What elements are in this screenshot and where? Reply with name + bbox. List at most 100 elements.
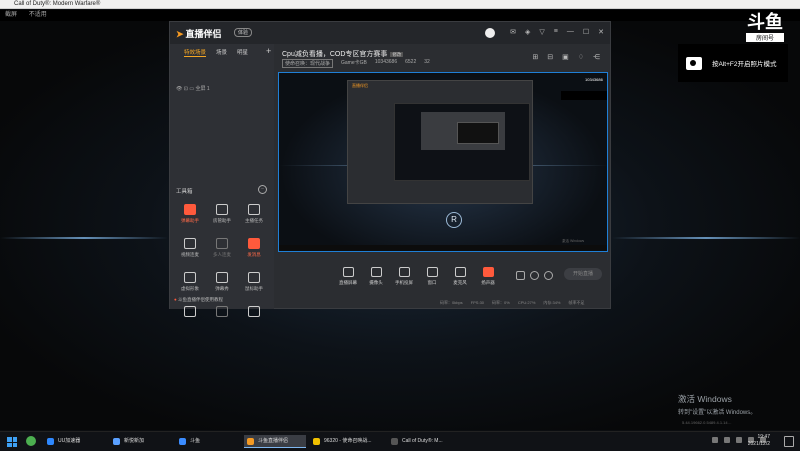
screenshot-tip-text: 按Alt+F2开启照片模式 bbox=[712, 61, 777, 68]
close-icon[interactable]: ✕ bbox=[598, 28, 604, 38]
tool-virtual-avatar[interactable]: 虚拟形象 bbox=[174, 272, 206, 292]
scene-item-label: 全屏 1 bbox=[195, 86, 210, 92]
preview-room-number: 10343686 bbox=[585, 77, 603, 82]
mail-icon[interactable]: ✉ bbox=[510, 28, 516, 38]
dropdown-icon[interactable]: ▽ bbox=[539, 28, 544, 38]
bottom-toolbar: 直播屏幕 摄像头 手机投屏 窗口 麦克风 扬声器 开始直播 bbox=[274, 259, 610, 295]
microphone-button[interactable]: 麦克风 bbox=[446, 267, 474, 286]
lock-icon[interactable]: ⊟ bbox=[547, 53, 553, 61]
bag-icon bbox=[248, 204, 260, 215]
more-icon[interactable]: ··· bbox=[258, 185, 267, 194]
taskbar-item[interactable]: 斗鱼 bbox=[176, 435, 238, 448]
taskbar-item[interactable]: 新悦新加 bbox=[110, 435, 172, 448]
camera-icon bbox=[686, 56, 702, 70]
settings-icon[interactable] bbox=[544, 271, 553, 280]
app-logo-text: 直播伴侣 bbox=[185, 29, 222, 39]
link-icon bbox=[184, 238, 196, 249]
windows-taskbar: UU加速器 新悦新加 斗鱼 斗鱼直播伴侣 96320 - 使命召唤战... Ca… bbox=[0, 431, 800, 451]
clock-date: 2021/12/2 bbox=[747, 441, 770, 447]
add-scene-button[interactable]: + bbox=[266, 46, 271, 56]
menu-item[interactable]: 不适用 bbox=[29, 12, 47, 18]
status-bar: 码率：0kbps FPS:30 码率：0% CPU:27% 内存:34% 帧率不… bbox=[440, 300, 585, 306]
tool-item[interactable] bbox=[206, 306, 238, 320]
tool-streamer-task[interactable]: 主播任务 bbox=[238, 204, 270, 224]
registered-icon: R bbox=[446, 212, 462, 228]
tool-item[interactable] bbox=[174, 306, 206, 320]
tool-icon bbox=[248, 306, 260, 317]
skin-icon[interactable]: ◈ bbox=[525, 28, 530, 38]
category-badge[interactable]: 使命召唤：现代战争 bbox=[282, 59, 334, 68]
bell-icon[interactable]: ♢ bbox=[578, 53, 584, 61]
taskbar-item-active[interactable]: 斗鱼直播伴侣 bbox=[244, 435, 306, 448]
screen-source-button[interactable]: 直播屏幕 bbox=[334, 267, 362, 286]
lock-icon[interactable]: ⊡ bbox=[184, 86, 188, 92]
screenshot-tip: 按Alt+F2开启照片模式 bbox=[678, 44, 788, 82]
eye-icon[interactable]: 👁 bbox=[176, 86, 182, 92]
monitor-icon bbox=[342, 267, 354, 277]
app-titlebar: ➤ 直播伴侣 体验 ✉ ◈ ▽ ≡ — ☐ ✕ bbox=[170, 22, 610, 44]
scene-item[interactable]: 👁 ⊡ ▭ 全屏 1 bbox=[176, 85, 210, 92]
tab-star[interactable]: 明星 bbox=[237, 48, 248, 57]
viewer-count: 32 bbox=[424, 59, 430, 65]
gift-icon[interactable]: ⊞ bbox=[532, 53, 538, 61]
taskbar-item[interactable]: UU加速器 bbox=[44, 435, 106, 448]
speaker-button[interactable]: 扬声器 bbox=[474, 267, 502, 286]
avatar[interactable] bbox=[485, 28, 496, 38]
tool-room-admin[interactable]: 房管助手 bbox=[206, 204, 238, 224]
phone-cast-button[interactable]: 手机投屏 bbox=[390, 267, 418, 286]
status-memory: 内存:34% bbox=[543, 300, 561, 305]
taskbar-item[interactable]: Call of Duty®: M... bbox=[388, 435, 462, 448]
status-warning: 帧率不足 bbox=[568, 300, 585, 305]
room-label: 房间号 bbox=[746, 33, 784, 42]
avatar-icon bbox=[184, 272, 196, 283]
share-icon[interactable]: ⋲ bbox=[593, 53, 600, 61]
tab-effects-scene[interactable]: 特效场景 bbox=[184, 48, 207, 57]
tool-danmu-helper[interactable]: 弹幕助手 bbox=[174, 204, 206, 224]
streamer-app-window: ➤ 直播伴侣 体验 ✉ ◈ ▽ ≡ — ☐ ✕ 特效场景 场景 明星 + 👁 ⊡ … bbox=[169, 21, 611, 317]
nested-preview bbox=[394, 103, 530, 181]
camera-button[interactable]: 摄像头 bbox=[362, 267, 390, 286]
edit-title-button[interactable]: 修改 bbox=[390, 52, 404, 57]
stream-title[interactable]: Cpu减负看播，COD专区官方赛事 修改 bbox=[282, 49, 404, 59]
tool-item[interactable] bbox=[238, 306, 270, 320]
windows-start-icon[interactable] bbox=[7, 437, 17, 447]
taskbar-item[interactable]: 96320 - 使命召唤战... bbox=[310, 435, 384, 448]
tool-send-message[interactable]: 发消息 bbox=[238, 238, 270, 258]
nested-app-capture-2 bbox=[421, 112, 505, 150]
activate-windows-watermark: 激活 Windows 转到"设置"以激活 Windows。 bbox=[678, 393, 756, 416]
watermark-title: 激活 Windows bbox=[678, 394, 732, 404]
record-icon[interactable] bbox=[516, 271, 525, 280]
tray-icon[interactable] bbox=[724, 437, 730, 443]
tool-multi-link[interactable]: 多人连麦 bbox=[206, 238, 238, 258]
window-source-button[interactable]: 窗口 bbox=[418, 267, 446, 286]
left-panel: 特效场景 场景 明星 + 👁 ⊡ ▭ 全屏 1 工具箱 ··· 弹幕助手 房管助… bbox=[170, 44, 274, 317]
camera-icon bbox=[370, 267, 382, 277]
tool-video-link[interactable]: 视频连麦 bbox=[174, 238, 206, 258]
tab-scene[interactable]: 场景 bbox=[216, 48, 227, 57]
danmu-icon bbox=[184, 204, 196, 215]
tool-mouse-helper[interactable]: 鼠标助手 bbox=[238, 272, 270, 292]
menu-item[interactable]: 截屏 bbox=[5, 12, 17, 18]
app-version-badge[interactable]: 体验 bbox=[234, 28, 253, 37]
tray-icon[interactable] bbox=[712, 437, 718, 443]
watermark-subtitle: 转到"设置"以激活 Windows。 bbox=[678, 410, 757, 416]
people-icon bbox=[216, 238, 228, 249]
notification-icon[interactable] bbox=[784, 436, 794, 447]
clock[interactable]: 19:47 2021/12/2 bbox=[748, 434, 770, 448]
app-logo: ➤ 直播伴侣 bbox=[176, 27, 222, 40]
maximize-icon[interactable]: ☐ bbox=[583, 28, 589, 38]
live-preview[interactable]: 直播伴侣 10343686 激活 Windows bbox=[278, 72, 608, 252]
box-icon[interactable]: ▣ bbox=[562, 53, 569, 61]
mouse-icon bbox=[248, 272, 260, 283]
build-info: 5.44.19662.0.5489.4.1.14… bbox=[682, 420, 732, 425]
timer-icon[interactable] bbox=[530, 271, 539, 280]
tutorial-link[interactable]: ● 斗鱼直播伴侣使用教程 bbox=[174, 297, 223, 303]
tray-icon[interactable] bbox=[736, 437, 742, 443]
search-icon[interactable] bbox=[26, 436, 36, 446]
menu-icon[interactable]: ≡ bbox=[554, 28, 558, 38]
meta-extra: Game卡GB bbox=[341, 60, 367, 66]
minimize-icon[interactable]: — bbox=[567, 28, 574, 38]
douyu-logo: 斗鱼 bbox=[747, 12, 783, 33]
tool-danmu-show[interactable]: 弹幕秀 bbox=[206, 272, 238, 292]
start-live-button[interactable]: 开始直播 bbox=[564, 268, 602, 280]
